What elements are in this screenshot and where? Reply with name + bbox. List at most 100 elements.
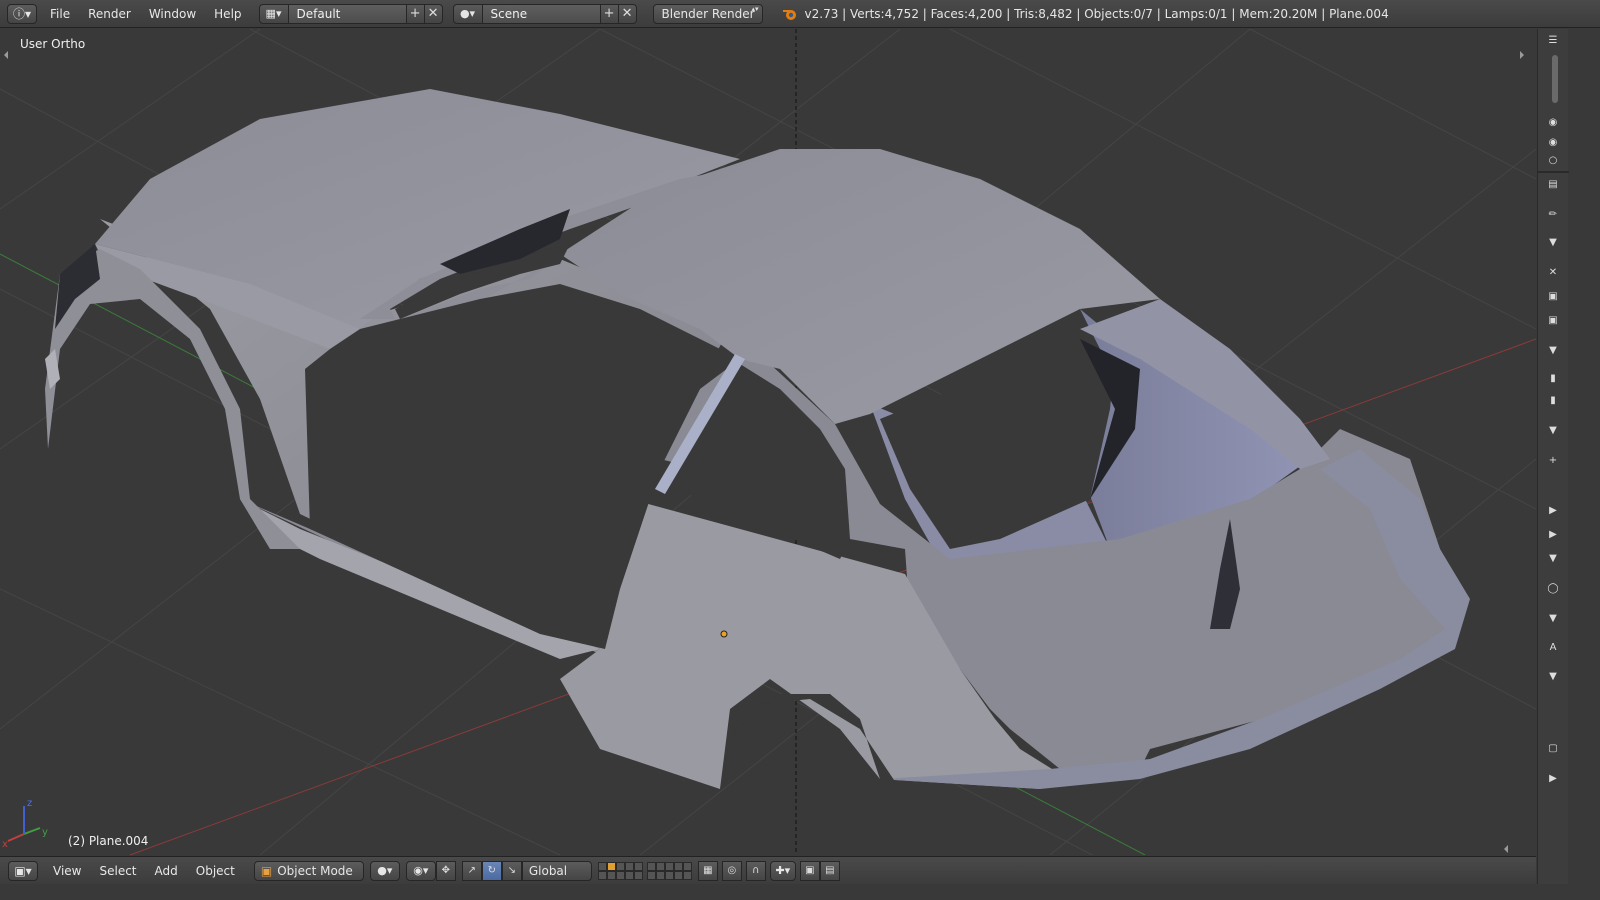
expand-arrow-icon[interactable]: ▼ <box>1544 343 1562 357</box>
checkbox-icon[interactable]: ▢ <box>1544 741 1562 755</box>
menu-object[interactable]: Object <box>187 861 244 881</box>
snap-element-dropdown[interactable]: ✚▾ <box>769 860 796 881</box>
expand-arrow-icon-6[interactable]: ▼ <box>1544 611 1562 625</box>
toggle-icon-3[interactable]: ◯ <box>1544 581 1562 595</box>
opengl-render-animation-button[interactable]: ▤ <box>819 860 840 881</box>
transform-manipulators: ↗ ↻ ↘ <box>461 860 522 881</box>
render-animation-icon: ▤ <box>825 865 835 876</box>
screen-layout-selector: ▦▾ Default + ✕ <box>258 3 443 24</box>
right-side-panels: ☰ ◉ ◉ ○ ▤ ✏ ▼ ✕ ▣ ▣ ▼ ▮ ▮ ▼ + ▶ ▶ ▼ ◯ ▼ … <box>1537 29 1569 884</box>
3d-viewport[interactable]: x y z User Ortho (2) Plane.004 <box>0 29 1536 855</box>
rotate-manipulator[interactable]: ↻ <box>481 860 502 881</box>
menu-add[interactable]: Add <box>146 861 187 881</box>
expand-arrow-icon-8[interactable]: ▶ <box>1544 771 1562 785</box>
panel-divider[interactable] <box>1538 171 1569 173</box>
plus-icon[interactable]: + <box>1544 453 1562 467</box>
layer-18[interactable] <box>664 870 674 880</box>
menu-window[interactable]: Window <box>140 4 205 24</box>
editor-type-button[interactable]: ⓘ▾ <box>7 3 37 24</box>
layer-4[interactable] <box>624 861 634 871</box>
screen-layout-icon[interactable]: ▦▾ <box>258 3 289 24</box>
layer-16[interactable] <box>646 870 656 880</box>
mesh-icon[interactable]: ▣ <box>1544 313 1562 327</box>
layer-buttons[interactable] <box>597 861 692 880</box>
render-engine-dropdown[interactable]: Blender Render <box>652 3 763 24</box>
close-icon[interactable]: ✕ <box>1544 265 1562 279</box>
lock-layers-button[interactable]: ▦ <box>697 860 718 881</box>
expand-arrow-icon-3[interactable]: ▶ <box>1544 503 1562 517</box>
scene-selector: ●▾ Scene + ✕ <box>452 3 637 24</box>
object-origin-dot <box>720 630 728 638</box>
menu-view[interactable]: View <box>44 861 90 881</box>
layer-1[interactable] <box>597 861 607 871</box>
layer-2[interactable] <box>606 861 616 871</box>
outliner-scrollbar[interactable] <box>1552 55 1558 103</box>
menu-select[interactable]: Select <box>90 861 145 881</box>
visibility-icon[interactable]: ○ <box>1544 153 1562 167</box>
screen-layout-field[interactable]: Default <box>288 3 407 24</box>
interaction-mode-label: Object Mode <box>277 863 353 878</box>
opengl-render-button[interactable]: ▣ <box>799 860 820 881</box>
manipulator-icon: ✥ <box>441 865 451 876</box>
toggle-icon[interactable]: ▮ <box>1544 371 1562 385</box>
viewport-shading-dropdown[interactable]: ●▾ <box>369 860 400 881</box>
view3d-icon: ▣▾ <box>14 863 32 878</box>
layer-10[interactable] <box>682 861 692 871</box>
rotate-icon: ↻ <box>487 865 497 876</box>
layer-8[interactable] <box>664 861 674 871</box>
scene-stats: v2.73 | Verts:4,752 | Faces:4,200 | Tris… <box>804 6 1389 21</box>
car-body-mesh[interactable] <box>45 89 1470 789</box>
scene-icon[interactable]: ●▾ <box>452 3 483 24</box>
camera-icon-2[interactable]: ◉ <box>1544 135 1562 149</box>
collapse-arrow-icon[interactable]: ▼ <box>1544 235 1562 249</box>
properties-editor-icon[interactable]: ▤ <box>1544 177 1562 191</box>
render-image-icon: ▣ <box>805 865 815 876</box>
remove-scene-icon[interactable]: ✕ <box>618 3 637 24</box>
layer-5[interactable] <box>633 861 643 871</box>
layer-17[interactable] <box>655 870 665 880</box>
layer-3[interactable] <box>615 861 625 871</box>
scale-manipulator[interactable]: ↘ <box>501 860 522 881</box>
pivot-point-dropdown[interactable]: ◉▾ <box>405 860 436 881</box>
interaction-mode-dropdown[interactable]: ▣ Object Mode <box>253 860 364 881</box>
view3d-menu: View Select Add Object <box>44 861 244 881</box>
layer-12[interactable] <box>606 870 616 880</box>
add-screen-icon[interactable]: + <box>406 3 425 24</box>
layer-9[interactable] <box>673 861 683 871</box>
pin-icon[interactable]: ✏ <box>1544 207 1562 221</box>
object-data-icon[interactable]: ▣ <box>1544 289 1562 303</box>
snap-toggle[interactable]: ∩ <box>745 860 766 881</box>
menu-render[interactable]: Render <box>79 4 140 24</box>
gizmo-x-label: x <box>2 839 8 850</box>
expand-arrow-icon-5[interactable]: ▼ <box>1544 551 1562 565</box>
toggle-icon-2[interactable]: ▮ <box>1544 393 1562 407</box>
menu-help[interactable]: Help <box>205 4 250 24</box>
expand-arrow-icon-7[interactable]: ▼ <box>1544 669 1562 683</box>
layer-15[interactable] <box>633 870 643 880</box>
layer-20[interactable] <box>682 870 692 880</box>
scale-icon: ↘ <box>507 865 517 876</box>
viewport-canvas[interactable]: x y z <box>0 29 1536 855</box>
main-menu: File Render Window Help <box>41 4 251 24</box>
scene-field[interactable]: Scene <box>482 3 601 24</box>
outliner-icon[interactable]: ☰ <box>1544 33 1562 47</box>
layer-19[interactable] <box>673 870 683 880</box>
text-icon[interactable]: A <box>1544 640 1562 654</box>
add-scene-icon[interactable]: + <box>600 3 619 24</box>
layer-6[interactable] <box>646 861 656 871</box>
transform-orientation-dropdown[interactable]: Global <box>521 860 592 881</box>
menu-file[interactable]: File <box>41 4 79 24</box>
translate-manipulator[interactable]: ↗ <box>461 860 482 881</box>
view3d-editor-type-button[interactable]: ▣▾ <box>8 860 38 881</box>
camera-icon[interactable]: ◉ <box>1544 115 1562 129</box>
3d-view-header: ▣▾ View Select Add Object ▣ Object Mode … <box>0 856 1536 884</box>
expand-arrow-icon-2[interactable]: ▼ <box>1544 423 1562 437</box>
layer-14[interactable] <box>624 870 634 880</box>
remove-screen-icon[interactable]: ✕ <box>424 3 443 24</box>
manipulator-toggle[interactable]: ✥ <box>435 860 456 881</box>
expand-arrow-icon-4[interactable]: ▶ <box>1544 527 1562 541</box>
layer-11[interactable] <box>597 870 607 880</box>
proportional-edit-button[interactable]: ◎ <box>721 860 742 881</box>
layer-13[interactable] <box>615 870 625 880</box>
layer-7[interactable] <box>655 861 665 871</box>
